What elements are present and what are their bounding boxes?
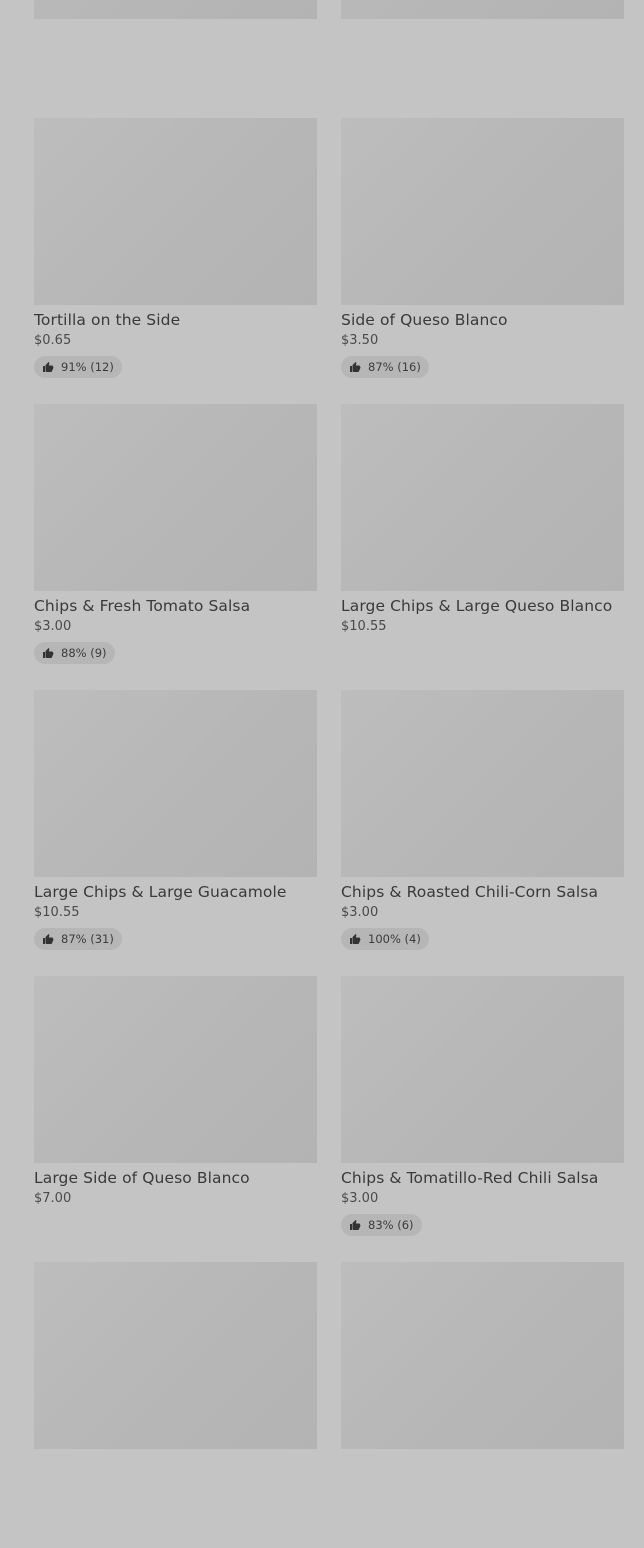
rating-badge: 87% (16): [341, 356, 429, 378]
thumbs-up-icon: [350, 934, 361, 944]
menu-item-name: Chips & Roasted Chili-Corn Salsa: [341, 883, 599, 901]
menu-item-image: [341, 0, 624, 19]
menu-item-card[interactable]: [341, 0, 624, 118]
menu-item-image: [341, 976, 624, 1163]
menu-item-price: $3.00: [34, 619, 72, 634]
thumbs-up-icon: [350, 362, 361, 372]
menu-item-name: Large Chips & Large Queso Blanco: [341, 597, 613, 615]
menu-item-image: [341, 1262, 624, 1449]
rating-badge: 100% (4): [341, 928, 429, 950]
menu-item-name: Side of Queso Blanco: [341, 311, 508, 329]
rating-text: 87% (16): [368, 360, 421, 374]
rating-text: 91% (12): [61, 360, 114, 374]
menu-item-image: [34, 118, 317, 305]
thumbs-up-icon: [43, 362, 54, 372]
menu-item-name: Tortilla on the Side: [34, 311, 181, 329]
rating-text: 87% (31): [61, 932, 114, 946]
menu-item-price: $3.50: [341, 333, 379, 348]
menu-item-card[interactable]: [341, 1262, 624, 1548]
thumbs-up-icon: [43, 934, 54, 944]
menu-item-price: $0.65: [34, 333, 72, 348]
menu-item-name: Chips & Tomatillo-Red Chili Salsa: [341, 1169, 599, 1187]
menu-item-price: $10.55: [34, 905, 80, 920]
menu-item-card[interactable]: Tortilla on the Side $0.65 91% (12): [34, 118, 317, 404]
menu-item-image: [341, 118, 624, 305]
menu-item-image: [34, 0, 317, 19]
menu-item-name: Chips & Fresh Tomato Salsa: [34, 597, 251, 615]
thumbs-up-icon: [43, 648, 54, 658]
menu-item-image: [341, 690, 624, 877]
menu-item-name: Large Side of Queso Blanco: [34, 1169, 250, 1187]
rating-text: 100% (4): [368, 932, 421, 946]
menu-item-image: [34, 404, 317, 591]
menu-item-card[interactable]: Side of Queso Blanco $3.50 87% (16): [341, 118, 624, 404]
rating-text: 83% (6): [368, 1218, 414, 1232]
menu-item-card[interactable]: Large Chips & Large Guacamole $10.55 87%…: [34, 690, 317, 976]
rating-badge: 87% (31): [34, 928, 122, 950]
menu-item-card[interactable]: [34, 1262, 317, 1548]
menu-item-price: $3.00: [341, 1191, 379, 1206]
menu-item-price: $3.00: [341, 905, 379, 920]
menu-item-image: [341, 404, 624, 591]
rating-text: 88% (9): [61, 646, 107, 660]
menu-item-price: $10.55: [341, 619, 387, 634]
menu-item-card[interactable]: Large Chips & Large Queso Blanco $10.55: [341, 404, 624, 690]
rating-badge: 83% (6): [341, 1214, 422, 1236]
rating-badge: 91% (12): [34, 356, 122, 378]
thumbs-up-icon: [350, 1220, 361, 1230]
menu-item-name: Large Chips & Large Guacamole: [34, 883, 287, 901]
menu-item-image: [34, 976, 317, 1163]
menu-item-price: $7.00: [34, 1191, 72, 1206]
menu-item-card[interactable]: Chips & Fresh Tomato Salsa $3.00 88% (9): [34, 404, 317, 690]
rating-badge: 88% (9): [34, 642, 115, 664]
menu-item-card[interactable]: Chips & Roasted Chili-Corn Salsa $3.00 1…: [341, 690, 624, 976]
menu-item-card[interactable]: Large Side of Queso Blanco $7.00: [34, 976, 317, 1262]
menu-item-image: [34, 690, 317, 877]
menu-item-card[interactable]: [34, 0, 317, 118]
menu-items-grid: Tortilla on the Side $0.65 91% (12) Side…: [34, 0, 624, 1548]
menu-item-card[interactable]: Chips & Tomatillo-Red Chili Salsa $3.00 …: [341, 976, 624, 1262]
menu-item-image: [34, 1262, 317, 1449]
